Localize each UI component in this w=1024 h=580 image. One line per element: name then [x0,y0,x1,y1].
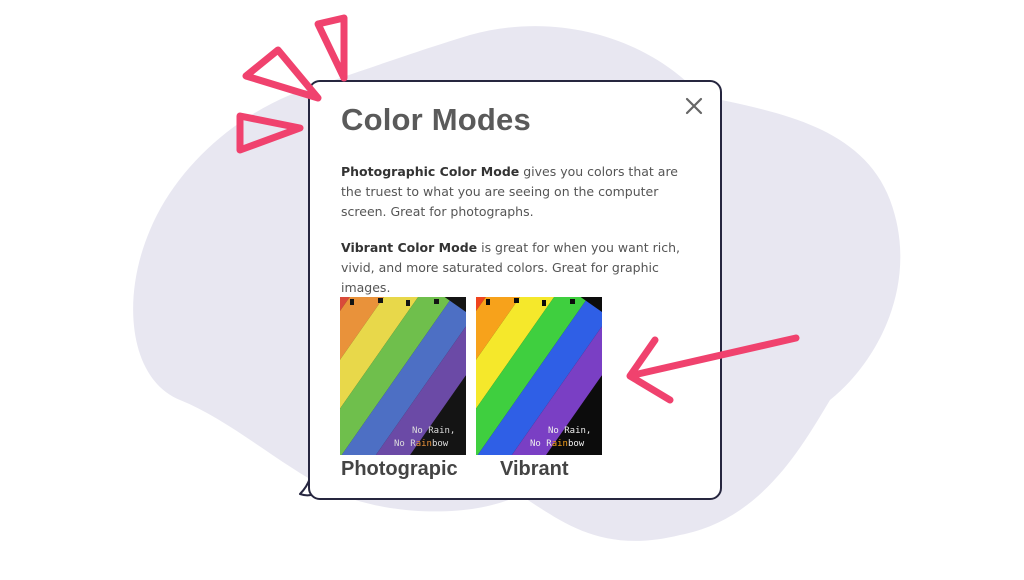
color-modes-dialog: Color Modes Photographic Color Mode give… [308,80,722,500]
vibrant-term: Vibrant Color Mode [341,240,478,255]
sample-line-2: No Rainbow [394,439,449,449]
sample-line-2: No Rainbow [530,439,585,449]
photographic-caption: Photograpic [341,458,458,480]
close-button[interactable] [682,94,706,118]
sample-line-1: No Rain, [548,426,591,436]
vibrant-description: Vibrant Color Mode is great for when you… [341,238,701,298]
close-icon [685,97,703,115]
vibrant-sample-image: No Rain, No Rainbow [476,297,602,455]
photographic-sample-image: No Rain, No Rainbow [340,297,466,455]
sample-line-1: No Rain, [412,426,455,436]
vibrant-caption: Vibrant [500,458,569,480]
dialog-title: Color Modes [341,102,531,137]
photographic-term: Photographic Color Mode [341,164,520,179]
photographic-description: Photographic Color Mode gives you colors… [341,162,701,222]
